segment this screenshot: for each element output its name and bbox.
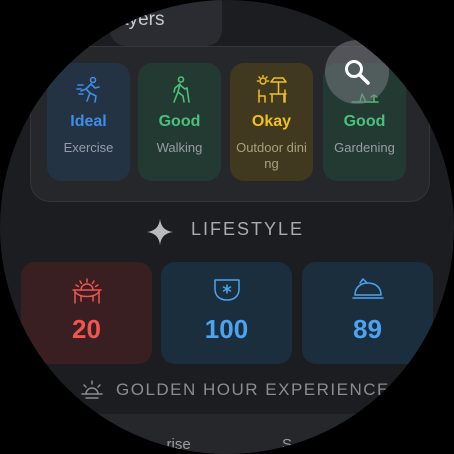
golden-hour-title: GOLDEN HOUR EXPERIENCE [116,380,390,399]
activity-rating: Good [158,113,201,130]
activity-name: Walking [156,140,203,155]
sparkle-icon [147,219,173,245]
activity-tile-walking[interactable]: Good Walking [138,63,221,181]
sunrise-label: ...rise [154,436,191,453]
players-chip[interactable]: ayers [110,0,222,46]
sunset-label: S... [282,436,305,453]
pollen-icon [302,277,433,305]
activity-name: Exercise [63,140,114,155]
pollen-value: 89 [353,314,382,344]
players-chip-label: ayers [118,9,165,30]
golden-hour-section-header: GOLDEN HOUR EXPERIENCE [0,377,454,401]
air-quality-icon [161,277,292,305]
activity-name: Outdoor dining [236,140,307,171]
activity-rating: Ideal [70,113,107,130]
air-quality-card[interactable]: 100 [161,262,292,364]
activity-rating: Okay [251,113,292,130]
outdoor-dining-icon [230,74,313,105]
lifestyle-title: LIFESTYLE [191,219,305,239]
search-button[interactable] [325,40,389,104]
activity-tile-exercise[interactable]: Ideal Exercise [47,63,130,181]
pollen-card[interactable]: 89 [302,262,433,364]
running-person-icon [47,75,130,105]
walking-person-icon [138,75,221,105]
uv-index-card[interactable]: 20 [21,262,152,364]
air-quality-value: 100 [204,314,249,344]
activity-name: Gardening [334,140,395,155]
watch-screen: ayers Ideal Exercise Good Walking Okay O… [0,0,454,454]
uv-index-value: 20 [72,314,101,344]
golden-hour-panel[interactable]: ...rise S... [58,414,398,454]
search-icon [345,60,370,85]
activity-rating: Good [343,113,386,130]
uv-index-icon [21,277,152,305]
activity-tile-outdoor-dining[interactable]: Okay Outdoor dining [230,63,313,181]
sunset-icon [81,380,103,399]
lifestyle-section-header: LIFESTYLE [0,216,454,245]
